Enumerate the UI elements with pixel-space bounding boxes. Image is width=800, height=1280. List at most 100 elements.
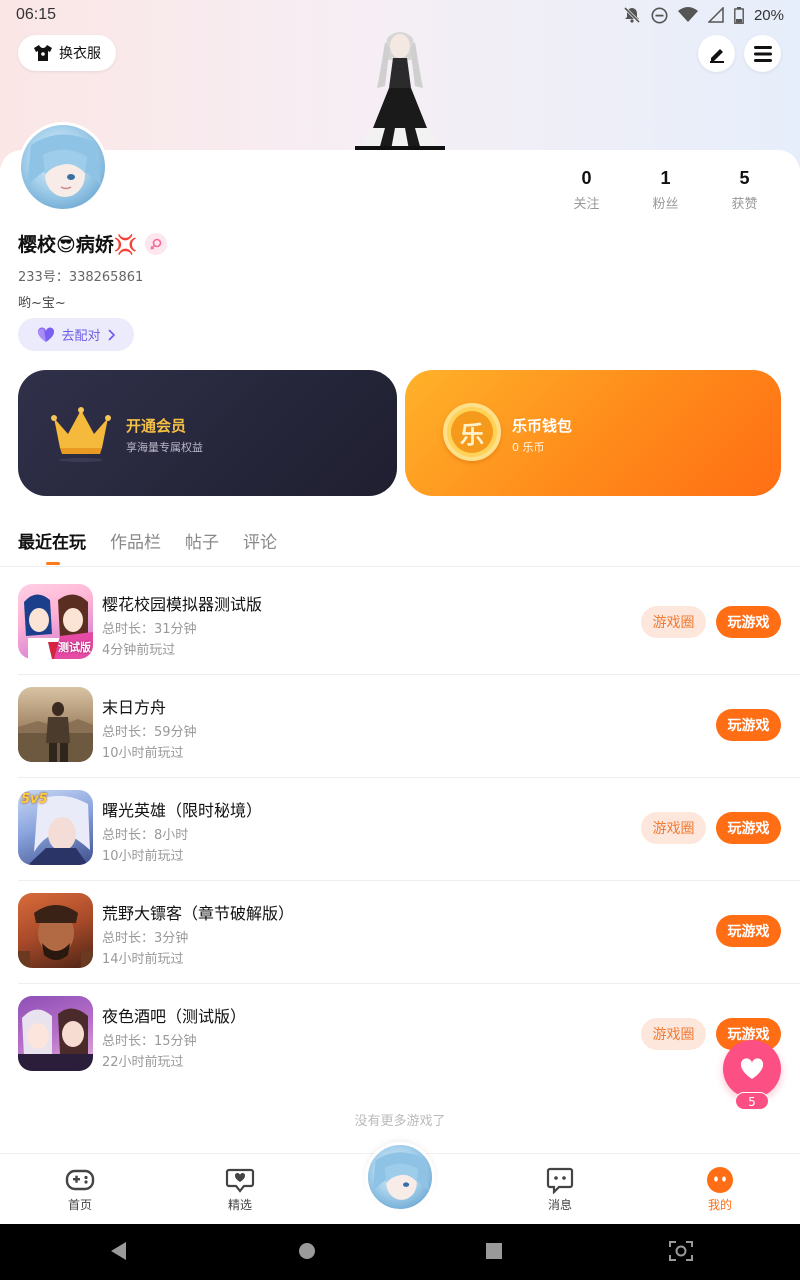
nav-me[interactable]: 我的 <box>680 1166 760 1213</box>
tab-works[interactable]: 作品栏 <box>110 528 161 553</box>
play-game-button[interactable]: 玩游戏 <box>716 915 781 947</box>
back-icon[interactable] <box>108 1240 128 1262</box>
game-name: 荒野大镖客（章节破解版） <box>102 904 295 923</box>
game-circle-button[interactable]: 游戏圈 <box>641 606 706 638</box>
heart-icon <box>38 326 55 342</box>
floating-like-button[interactable] <box>723 1040 781 1098</box>
game-icon <box>18 996 93 1071</box>
like-count-badge: 5 <box>735 1092 769 1110</box>
nav-label: 我的 <box>707 1198 732 1212</box>
vip-title: 开通会员 <box>126 417 187 435</box>
message-icon <box>546 1167 574 1194</box>
battery-level: 20% <box>753 6 784 24</box>
game-icon <box>18 687 93 762</box>
shirt-icon <box>34 45 52 61</box>
vip-card[interactable]: 开通会员 享海量专属权益 <box>18 370 397 496</box>
game-circle-button[interactable]: 游戏圈 <box>641 812 706 844</box>
profile-stats: 0 关注 1 粉丝 5 获赞 <box>547 168 784 212</box>
game-row[interactable]: 荒野大镖客（章节破解版） 总时长：3分钟 14小时前玩过 玩游戏 <box>0 881 800 984</box>
avatar[interactable] <box>18 122 108 212</box>
nickname-row: 樱校😎病娇💢 <box>18 230 168 257</box>
heart-icon <box>740 1058 764 1079</box>
hamburger-icon <box>753 45 772 62</box>
game-duration: 总时长：59分钟 <box>102 725 197 740</box>
game-icon: 测试版 <box>18 584 93 659</box>
outfit-button[interactable]: 换衣服 <box>18 35 116 71</box>
chevron-right-icon <box>107 328 115 341</box>
tab-posts[interactable]: 帖子 <box>185 528 219 553</box>
game-row[interactable]: 末日方舟 总时长：59分钟 10小时前玩过 玩游戏 <box>0 675 800 778</box>
divider <box>0 566 800 567</box>
battery-icon <box>734 6 744 24</box>
recents-icon[interactable] <box>484 1240 504 1262</box>
wallet-title: 乐币钱包 <box>512 417 573 435</box>
female-gender-icon <box>145 232 168 255</box>
stat-likes[interactable]: 5 获赞 <box>705 168 784 212</box>
tab-comments[interactable]: 评论 <box>243 528 277 553</box>
tab-recent[interactable]: 最近在玩 <box>18 528 86 565</box>
stat-label: 获赞 <box>731 197 758 212</box>
bottom-nav: 首页 精选 消息 我的 <box>0 1142 800 1224</box>
heart-chat-icon <box>225 1168 255 1193</box>
stat-number: 1 <box>660 168 671 188</box>
do-not-disturb-icon <box>651 7 668 23</box>
profile-face-icon <box>707 1167 733 1193</box>
game-duration: 总时长：8小时 <box>102 828 189 843</box>
menu-button[interactable] <box>744 35 781 72</box>
stat-number: 5 <box>739 168 750 188</box>
game-name: 末日方舟 <box>102 698 167 717</box>
stat-following[interactable]: 0 关注 <box>547 168 626 212</box>
game-row[interactable]: 测试版 樱花校园模拟器测试版 总时长：31分钟 4分钟前玩过 游戏圈 玩游戏 <box>0 572 800 675</box>
stat-label: 关注 <box>573 197 600 212</box>
nav-featured[interactable]: 精选 <box>200 1166 280 1213</box>
avatar-art <box>372 1152 429 1200</box>
nav-messages[interactable]: 消息 <box>520 1166 600 1213</box>
game-icon-label: 测试版 <box>58 641 91 654</box>
coin-icon: 乐 <box>443 403 501 461</box>
avatar-art <box>27 134 101 197</box>
play-game-button[interactable]: 玩游戏 <box>716 709 781 741</box>
wallet-balance: 0 乐币 <box>512 441 545 454</box>
game-row[interactable]: 夜色酒吧（测试版） 总时长：15分钟 22小时前玩过 游戏圈 玩游戏 <box>0 984 800 1087</box>
game-name: 夜色酒吧（测试版） <box>102 1007 247 1026</box>
edit-profile-button[interactable] <box>698 35 735 72</box>
game-icon <box>18 893 93 968</box>
stat-followers[interactable]: 1 粉丝 <box>626 168 705 212</box>
user-id: 233号：338265861 <box>18 270 144 285</box>
stat-number: 0 <box>581 168 592 188</box>
game-last-played: 4分钟前玩过 <box>102 643 176 658</box>
pencil-icon <box>709 48 724 63</box>
content-tabs: 最近在玩 作品栏 帖子 评论 <box>18 528 277 565</box>
match-button[interactable]: 去配对 <box>18 318 134 351</box>
nav-center-avatar[interactable] <box>365 1142 435 1212</box>
status-time: 06:15 <box>16 6 57 23</box>
game-duration: 总时长：15分钟 <box>102 1034 197 1049</box>
wallet-card[interactable]: 乐 乐币钱包 0 乐币 <box>405 370 781 496</box>
profile-card <box>0 150 800 570</box>
game-duration: 总时长：3分钟 <box>102 931 189 946</box>
game-last-played: 10小时前玩过 <box>102 849 184 864</box>
nav-label: 首页 <box>67 1198 92 1212</box>
game-icon: 5v5 <box>18 790 93 865</box>
crown-icon <box>51 407 111 462</box>
game-last-played: 14小时前玩过 <box>102 952 184 967</box>
system-navigation-bar <box>0 1224 800 1280</box>
coin-char: 乐 <box>451 411 493 453</box>
home-icon[interactable] <box>297 1240 317 1262</box>
game-last-played: 10小时前玩过 <box>102 746 184 761</box>
gamepad-icon <box>65 1169 95 1191</box>
game-duration: 总时长：31分钟 <box>102 622 197 637</box>
game-circle-button[interactable]: 游戏圈 <box>641 1018 706 1050</box>
status-bar: 06:15 20% <box>0 0 800 30</box>
screenshot-icon[interactable] <box>668 1240 694 1262</box>
play-game-button[interactable]: 玩游戏 <box>716 606 781 638</box>
stat-label: 粉丝 <box>652 197 679 212</box>
play-game-button[interactable]: 玩游戏 <box>716 812 781 844</box>
nav-home[interactable]: 首页 <box>40 1166 120 1213</box>
game-row[interactable]: 5v5 曙光英雄（限时秘境） 总时长：8小时 10小时前玩过 游戏圈 玩游戏 <box>0 778 800 881</box>
game-icon-label: 5v5 <box>21 792 48 807</box>
signature: 哟~宝~ <box>18 296 66 311</box>
nickname: 樱校😎病娇💢 <box>18 234 138 256</box>
character-figure <box>355 32 445 152</box>
game-name: 樱花校园模拟器测试版 <box>102 595 263 614</box>
